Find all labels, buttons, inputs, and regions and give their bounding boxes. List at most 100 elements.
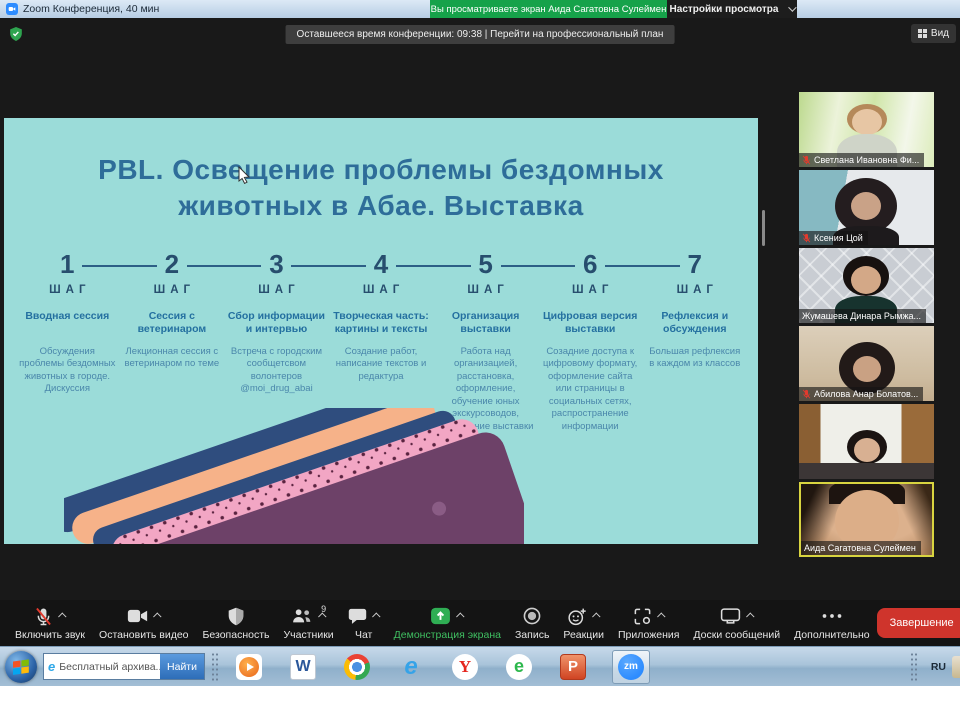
view-settings-button[interactable]: Настройки просмотра [667, 0, 797, 18]
video-tile[interactable]: Ксения Цой [799, 170, 934, 245]
share-screen-button[interactable]: Демонстрация экрана [387, 600, 508, 646]
participants-button[interactable]: 9 Участники [277, 600, 341, 646]
language-indicator[interactable]: RU [931, 661, 946, 673]
video-tile[interactable]: Жумашева Динара Рымжа... [799, 248, 934, 323]
video-tile[interactable]: Светлана Ивановна Фи... [799, 92, 934, 167]
search-find-button[interactable]: Найти [160, 654, 204, 679]
participant-name-tag: Светлана Ивановна Фи... [799, 153, 924, 167]
participant-name-tag: Сон Елена Георгиевна [799, 465, 914, 479]
step-word: ШАГ [332, 284, 431, 296]
video-tile[interactable]: Абилова Анар Болатов... [799, 326, 934, 401]
step-word: ШАГ [645, 284, 744, 296]
reactions-icon [567, 607, 587, 626]
step-description: Созадние доступа к цифровому формату, оф… [541, 346, 640, 434]
step-title: Творческая часть: картины и тексты [332, 310, 431, 342]
system-tray: RU [904, 652, 960, 682]
search-input[interactable] [59, 661, 160, 673]
step-description: Обсуждения проблемы бездомных животных в… [18, 346, 117, 396]
step-description: Встреча с городским сообщетсвом волонтер… [227, 346, 326, 396]
step-7: 7 ШАГ Рефлексия и обсуждения Большая реф… [645, 248, 744, 434]
step-6: 6 ШАГ Цифровая версия выставки Созадние … [541, 248, 640, 434]
apps-button[interactable]: Приложения [611, 600, 686, 646]
step-word: ШАГ [436, 284, 535, 296]
notebook-illustration [64, 408, 524, 544]
camera-icon [127, 607, 148, 625]
chevron-up-icon[interactable] [372, 612, 380, 620]
chrome-icon[interactable] [342, 652, 372, 682]
screen: Zoom Конференция, 40 мин Вы просматривае… [0, 0, 960, 720]
step-title: Сбор информации и интервью [227, 310, 326, 342]
security-shield-icon[interactable] [9, 26, 23, 42]
chevron-up-icon[interactable] [657, 612, 665, 620]
step-2: 2 ШАГ Сессия с ветеринаром Лекционная се… [123, 248, 222, 434]
whiteboards-button[interactable]: Доски сообщений [686, 600, 787, 646]
step-number: 4 [374, 249, 388, 280]
shared-slide: PBL. Освещение проблемы бездомных животн… [4, 118, 758, 544]
media-player-icon[interactable] [234, 652, 264, 682]
step-title: Цифровая версия выставки [541, 310, 640, 342]
step-word: ШАГ [18, 284, 117, 296]
word-icon[interactable]: W [288, 652, 318, 682]
participant-strip: Светлана Ивановна Фи... Ксения Цой Жумаш… [799, 92, 934, 560]
slide-title: PBL. Освещение проблемы бездомных животн… [34, 152, 728, 224]
step-word: ШАГ [227, 284, 326, 296]
step-description: Создание работ, написание текстов и реда… [332, 346, 431, 384]
powerpoint-icon[interactable]: P [558, 652, 588, 682]
windows-taskbar: e Найти W e Y e P zm RU [0, 646, 960, 686]
zoom-taskbar-button-active[interactable]: zm [612, 650, 650, 684]
step-3: 3 ШАГ Сбор информации и интервью Встреча… [227, 248, 326, 434]
step-number: 5 [478, 249, 492, 280]
internet-explorer-icon[interactable]: e [396, 652, 426, 682]
chat-icon [348, 607, 367, 625]
mic-muted-icon [802, 389, 811, 399]
start-button[interactable] [5, 651, 37, 683]
screen-share-banner: Вы просматриваете экран Аида Сагатовна С… [430, 0, 667, 18]
participant-name-tag: Жумашева Динара Рымжа... [799, 309, 926, 323]
window-title: Zoom Конференция, 40 мин [23, 3, 159, 15]
step-title: Сессия с ветеринаром [123, 310, 222, 342]
zoom-app-icon [6, 3, 18, 15]
chevron-up-icon[interactable] [153, 612, 161, 620]
participants-icon [291, 607, 313, 626]
record-button[interactable]: Запись [508, 600, 556, 646]
step-title: Организация выставки [436, 310, 535, 342]
scrollbar-thumb[interactable] [762, 210, 765, 246]
step-description: Большая рефлексия в каждом из классов [645, 346, 744, 371]
share-screen-icon [430, 607, 451, 625]
video-tile-active-speaker[interactable]: Аида Сагатовна Сулеймен [799, 482, 934, 557]
participant-name-tag: Аида Сагатовна Сулеймен [801, 541, 921, 555]
reactions-button[interactable]: Реакции [556, 600, 611, 646]
step-5: 5 ШАГ Организация выставки Работа над ор… [436, 248, 535, 434]
meeting-stage: Оставшееся время конференции: 09:38 | Пе… [0, 18, 960, 646]
view-button[interactable]: Вид [911, 24, 956, 43]
view-button-label: Вид [931, 28, 949, 39]
view-settings-label: Настройки просмотра [670, 4, 779, 15]
video-tile[interactable]: Сон Елена Георгиевна [799, 404, 934, 479]
chevron-up-icon[interactable] [456, 612, 464, 620]
mic-muted-icon [34, 607, 53, 626]
internet-explorer-icon: e [48, 659, 55, 674]
step-4: 4 ШАГ Творческая часть: картины и тексты… [332, 248, 431, 434]
shield-icon [227, 607, 245, 626]
meeting-time-notice[interactable]: Оставшееся время конференции: 09:38 | Пе… [286, 25, 675, 44]
stop-video-button[interactable]: Остановить видео [92, 600, 195, 646]
tray-partial-icon [952, 656, 960, 678]
chevron-up-icon[interactable] [592, 612, 600, 620]
yandex-browser-icon[interactable]: Y [450, 652, 480, 682]
chevron-up-icon[interactable] [746, 612, 754, 620]
step-title: Вводная сессия [18, 310, 117, 342]
step-number: 2 [165, 249, 179, 280]
green-e-browser-icon[interactable]: e [504, 652, 534, 682]
more-button[interactable]: Дополнительно [787, 600, 877, 646]
unmute-button[interactable]: Включить звук [8, 600, 92, 646]
step-number: 1 [60, 249, 74, 280]
mic-muted-icon [802, 155, 811, 165]
whiteboard-icon [720, 607, 741, 625]
end-meeting-button[interactable]: Завершение [877, 608, 960, 638]
step-word: ШАГ [541, 284, 640, 296]
record-icon [523, 607, 541, 625]
step-title: Рефлексия и обсуждения [645, 310, 744, 342]
chat-button[interactable]: Чат [341, 600, 387, 646]
security-button[interactable]: Безопасность [196, 600, 277, 646]
chevron-up-icon[interactable] [58, 612, 66, 620]
